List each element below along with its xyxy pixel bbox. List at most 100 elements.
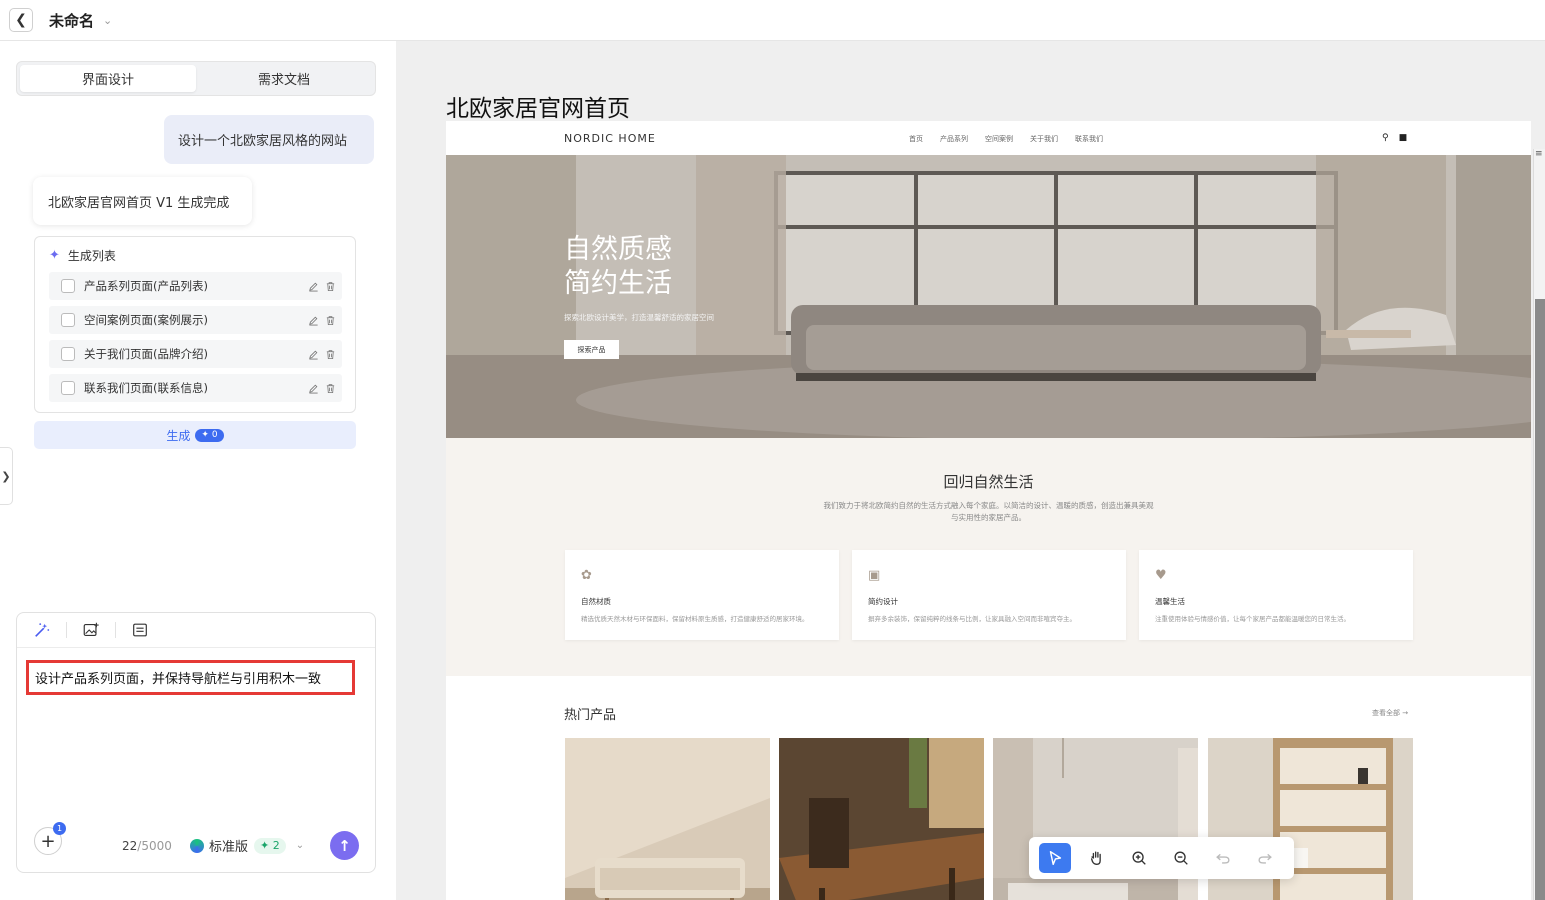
item-label: 联系我们页面(联系信息) (84, 381, 208, 395)
nav-link-products[interactable]: 产品系列 (940, 134, 968, 144)
hand-tool-button[interactable] (1081, 843, 1113, 873)
about-section: 回归自然生活 我们致力于将北欧简约自然的生活方式融入每个家庭。以简洁的设计、温暖… (446, 438, 1531, 676)
item-label: 关于我们页面(品牌介绍) (84, 347, 208, 361)
canvas-toolbar (1029, 837, 1294, 879)
zoom-out-icon (1174, 851, 1188, 865)
feature-card: ♥ 温馨生活 注重使用体验与情感价值，让每个家居产品都能温暖您的日常生活。 (1139, 550, 1413, 640)
hero-headline-line1: 自然质感 (564, 234, 672, 265)
chevron-down-icon[interactable]: ⌄ (296, 840, 304, 851)
edit-icon[interactable] (308, 383, 319, 394)
chevron-down-icon[interactable]: ⌄ (103, 14, 112, 27)
hero-cta-button[interactable]: 探索产品 (564, 340, 619, 359)
leaf-icon: ✿ (581, 568, 592, 583)
item-label: 空间案例页面(案例展示) (84, 313, 208, 327)
model-selector[interactable]: 标准版 ✦ 2 ⌄ (190, 836, 304, 855)
generate-button[interactable]: 生成 ✦ 0 (34, 421, 356, 449)
trash-icon[interactable] (325, 281, 336, 292)
tab-requirements-doc[interactable]: 需求文档 (196, 65, 372, 92)
products-section: 热门产品 查看全部 → (446, 676, 1531, 900)
edit-icon[interactable] (308, 281, 319, 292)
redo-icon (1258, 853, 1272, 864)
zoom-in-icon (1132, 851, 1146, 865)
hand-icon (1090, 851, 1101, 865)
back-button[interactable]: ❮ (9, 8, 33, 32)
item-checkbox[interactable] (61, 313, 75, 327)
tab-ui-design[interactable]: 界面设计 (20, 65, 196, 92)
trash-icon[interactable] (325, 315, 336, 326)
list-item: 空间案例页面(案例展示) (49, 306, 342, 334)
item-checkbox[interactable] (61, 381, 75, 395)
undo-icon (1216, 853, 1230, 864)
arrow-up-icon: ↑ (338, 836, 351, 855)
model-logo-icon (190, 838, 204, 853)
magic-wand-icon[interactable] (32, 620, 52, 640)
mode-tabs: 界面设计 需求文档 (16, 61, 376, 96)
frame-title: 北欧家居官网首页 (446, 96, 630, 122)
feature-description: 精选优质天然木材与环保面料，保留材料原生质感，打造健康舒适的居家环境。 (581, 615, 809, 623)
feature-title: 自然材质 (581, 597, 611, 606)
plus-icon: + (40, 830, 56, 852)
zoom-in-button[interactable] (1123, 843, 1155, 873)
cube-icon: ▣ (868, 568, 881, 583)
redo-button[interactable] (1249, 843, 1281, 873)
page-preview-frame[interactable]: NORDIC HOME 首页 产品系列 空间案例 关于我们 联系我们 ⚲ ■ 自… (446, 121, 1531, 900)
item-checkbox[interactable] (61, 279, 75, 293)
model-name: 标准版 (209, 840, 249, 855)
generation-list-header: ✦ 生成列表 (49, 247, 116, 264)
trash-icon[interactable] (325, 383, 336, 394)
hero-headline: 自然质感 简约生活 (564, 233, 672, 301)
char-count-current: 22 (122, 839, 138, 853)
list-item: 关于我们页面(品牌介绍) (49, 340, 342, 368)
feature-description: 注重使用体验与情感价值，让每个家居产品都能温暖您的日常生活。 (1155, 615, 1350, 623)
design-canvas[interactable]: 北欧家居官网首页 NORDIC HOME 首页 产品系列 空间案例 关于我们 联… (396, 41, 1545, 900)
divider (115, 622, 116, 638)
edit-icon[interactable] (308, 315, 319, 326)
expand-panel-button[interactable]: ❯ (0, 447, 13, 505)
generate-button-label: 生成 (166, 428, 191, 443)
prompt-composer: 设计产品系列页面，并保持导航栏与引用积木一致 + 1 22/5000 标准版 ✦… (16, 612, 376, 873)
model-credit: 2 (272, 839, 280, 852)
hero-banner: 自然质感 简约生活 探索北欧设计美学，打造温馨舒适的家居空间 探索产品 (446, 155, 1531, 438)
search-icon[interactable]: ⚲ (1382, 133, 1389, 143)
trash-icon[interactable] (325, 349, 336, 360)
edit-icon[interactable] (308, 349, 319, 360)
feature-card: ▣ 简约设计 摒弃多余装饰，保留纯粹的线条与比例，让家具融入空间而非喧宾夺主。 (852, 550, 1126, 640)
site-navbar: NORDIC HOME 首页 产品系列 空间案例 关于我们 联系我们 ⚲ ■ (446, 121, 1531, 155)
list-icon[interactable]: ≡ (1535, 149, 1543, 159)
item-checkbox[interactable] (61, 347, 75, 361)
feature-title: 简约设计 (868, 597, 898, 606)
site-brand: NORDIC HOME (564, 132, 656, 145)
credit-badge: ✦ 0 (195, 428, 224, 442)
undo-button[interactable] (1207, 843, 1239, 873)
nav-link-home[interactable]: 首页 (909, 134, 923, 144)
divider (66, 622, 67, 638)
nav-link-contact[interactable]: 联系我们 (1075, 134, 1103, 144)
hero-subtitle: 探索北欧设计美学，打造温馨舒适的家居空间 (564, 313, 714, 322)
scrollbar-thumb[interactable] (1535, 299, 1545, 900)
ai-message: 北欧家居官网首页 V1 生成完成 (33, 177, 252, 225)
feature-title: 温馨生活 (1155, 597, 1185, 606)
nav-link-about[interactable]: 关于我们 (1030, 134, 1058, 144)
shopping-bag-icon[interactable]: ■ (1399, 133, 1408, 143)
zoom-out-button[interactable] (1165, 843, 1197, 873)
product-image[interactable] (779, 738, 984, 900)
document-title[interactable]: 未命名 (49, 10, 94, 31)
hero-headline-line2: 简约生活 (564, 268, 672, 299)
prompt-input[interactable]: 设计产品系列页面，并保持导航栏与引用积木一致 (26, 660, 355, 695)
document-icon[interactable] (130, 620, 150, 640)
view-all-link[interactable]: 查看全部 → (1372, 708, 1408, 718)
product-image[interactable] (565, 738, 770, 900)
character-count: 22/5000 (122, 839, 172, 853)
nav-link-cases[interactable]: 空间案例 (985, 134, 1013, 144)
chat-panel: 界面设计 需求文档 设计一个北欧家居风格的网站 北欧家居官网首页 V1 生成完成… (0, 41, 396, 900)
image-upload-icon[interactable] (81, 620, 101, 640)
sparkle-icon: ✦ (201, 430, 209, 440)
item-label: 产品系列页面(产品列表) (84, 279, 208, 293)
cursor-icon (1049, 850, 1062, 866)
chevron-right-icon: ❯ (1, 469, 11, 483)
send-button[interactable]: ↑ (330, 831, 359, 860)
canvas-scrollbar[interactable]: ≡ (1533, 149, 1545, 900)
top-bar: ❮ 未命名 ⌄ (0, 0, 1545, 41)
feature-description: 摒弃多余装饰，保留纯粹的线条与比例，让家具融入空间而非喧宾夺主。 (868, 615, 1076, 623)
select-tool-button[interactable] (1039, 843, 1071, 873)
